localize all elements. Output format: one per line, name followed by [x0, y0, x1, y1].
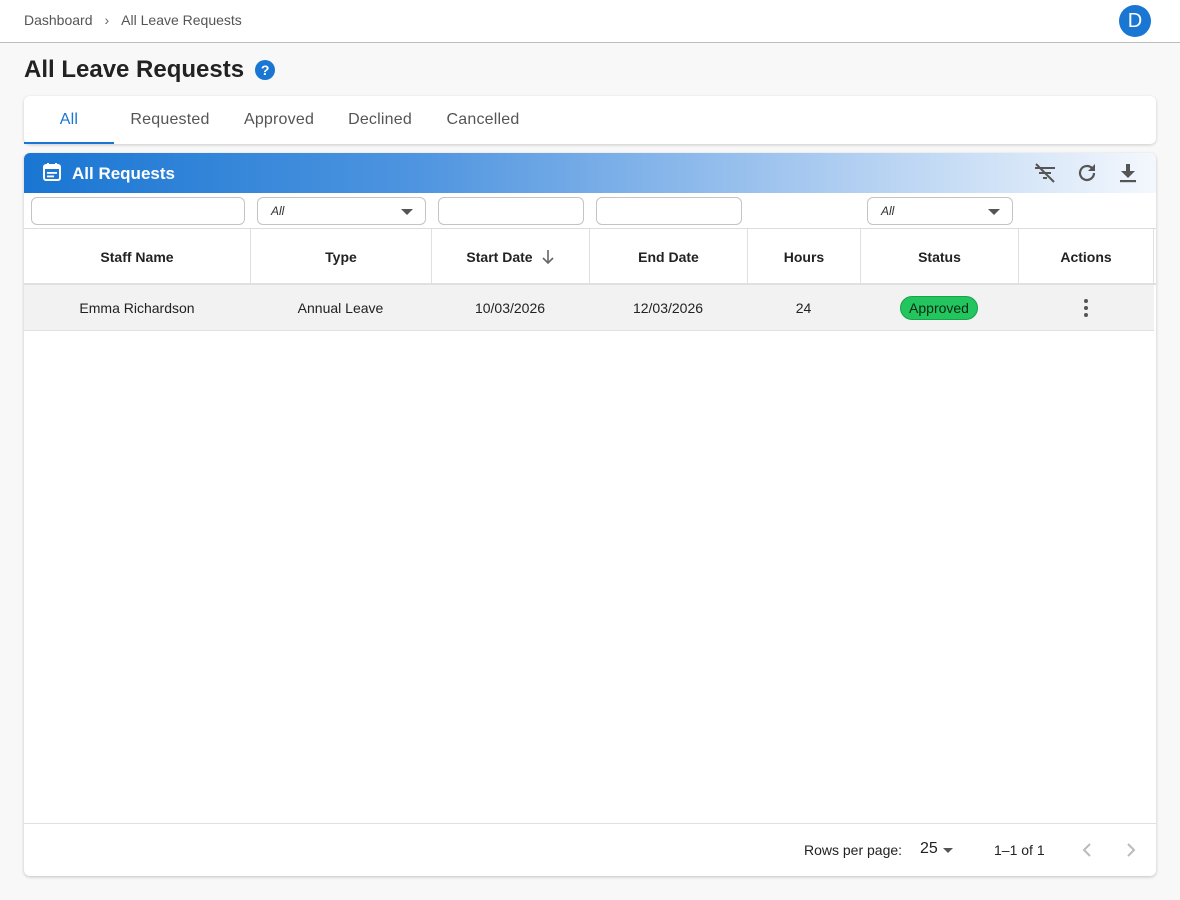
breadcrumb: Dashboard › All Leave Requests — [24, 12, 242, 28]
next-page-icon[interactable] — [1121, 840, 1141, 860]
card-title: All Requests — [72, 164, 175, 183]
top-bar: Dashboard › All Leave Requests D — [0, 0, 1180, 43]
table-row[interactable]: Emma Richardson Annual Leave 10/03/2026 … — [24, 285, 1154, 331]
previous-page-icon[interactable] — [1077, 840, 1097, 860]
card-header: All Requests — [24, 153, 1156, 193]
status-filter-value: All — [881, 204, 895, 218]
tab-requested[interactable]: Requested — [122, 96, 218, 144]
pagination-footer: Rows per page: 25 1–1 of 1 — [24, 823, 1156, 876]
caret-down-icon — [401, 209, 413, 215]
calendar-icon — [43, 163, 61, 181]
staff-name-filter-input[interactable] — [31, 197, 245, 225]
rows-per-page-select[interactable]: 25 — [920, 840, 938, 858]
clear-filter-icon[interactable] — [1033, 161, 1057, 185]
caret-down-icon — [988, 209, 1000, 215]
type-filter-value: All — [271, 204, 285, 218]
breadcrumb-current: All Leave Requests — [121, 12, 242, 28]
status-badge: Approved — [900, 296, 978, 320]
breadcrumb-chevron-icon: › — [104, 12, 110, 28]
cell-end-date: 12/03/2026 — [632, 300, 704, 316]
page-header: All Leave Requests ? — [24, 56, 276, 84]
breadcrumb-dashboard-link[interactable]: Dashboard — [24, 12, 93, 28]
page-title: All Leave Requests — [24, 56, 245, 83]
cell-status: Approved — [860, 285, 1018, 331]
column-header-start-date-label: Start Date — [466, 249, 533, 265]
table-header: Staff Name Type Start Date End Date Hour… — [24, 229, 1156, 285]
type-filter-select[interactable]: All — [257, 197, 426, 225]
column-header-hours[interactable]: Hours — [747, 229, 860, 285]
pagination-range: 1–1 of 1 — [994, 842, 1045, 858]
end-date-filter-input[interactable] — [596, 197, 742, 225]
column-header-end-date[interactable]: End Date — [589, 229, 747, 285]
requests-card: All Requests All All Staff Name Type Sta… — [24, 153, 1156, 876]
column-header-status[interactable]: Status — [860, 229, 1018, 285]
sort-descending-icon[interactable] — [541, 249, 555, 265]
column-header-type[interactable]: Type — [250, 229, 431, 285]
rows-per-page-label: Rows per page: — [804, 842, 903, 858]
tab-cancelled[interactable]: Cancelled — [438, 96, 528, 144]
tab-declined[interactable]: Declined — [340, 96, 420, 144]
user-avatar[interactable]: D — [1119, 5, 1151, 37]
tab-approved[interactable]: Approved — [234, 96, 324, 144]
column-header-start-date[interactable]: Start Date — [431, 229, 589, 285]
download-icon[interactable] — [1116, 161, 1140, 185]
column-header-staff-name[interactable]: Staff Name — [24, 229, 250, 285]
filter-row: All All — [24, 193, 1156, 229]
cell-hours: 24 — [795, 300, 812, 316]
status-filter-select[interactable]: All — [867, 197, 1013, 225]
cell-staff-name: Emma Richardson — [79, 300, 195, 316]
cell-start-date: 10/03/2026 — [474, 300, 546, 316]
help-icon[interactable]: ? — [255, 60, 276, 80]
cell-actions — [1018, 285, 1154, 331]
more-actions-icon[interactable] — [1084, 299, 1088, 317]
status-tabs: All Requested Approved Declined Cancelle… — [24, 96, 1156, 144]
cell-type: Annual Leave — [297, 300, 384, 316]
refresh-icon[interactable] — [1075, 161, 1099, 185]
tab-all[interactable]: All — [24, 96, 114, 144]
start-date-filter-input[interactable] — [438, 197, 584, 225]
caret-down-icon[interactable] — [943, 848, 953, 853]
column-header-actions: Actions — [1018, 229, 1154, 285]
